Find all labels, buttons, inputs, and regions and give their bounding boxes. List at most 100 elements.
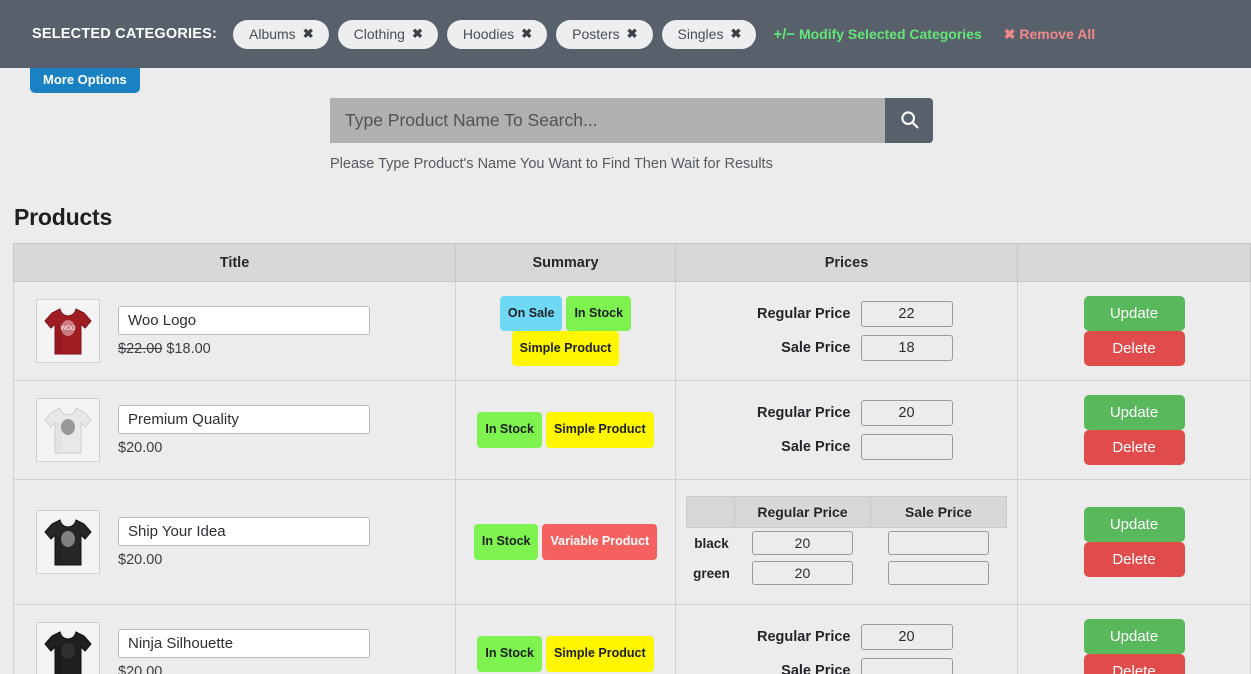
status-badge-in-stock: In Stock [473, 524, 539, 560]
title-fields: $22.00 $18.00 [118, 305, 445, 357]
title-cell-content: WOO $22.00 $18.00 [14, 285, 455, 377]
title-cell-content: $20.00 [14, 608, 455, 674]
table-row: $20.00In StockVariable ProductRegular Pr… [13, 479, 1251, 605]
product-thumbnail [36, 622, 100, 674]
cell-actions: UpdateDelete [1017, 281, 1251, 381]
title-cell-content: $20.00 [14, 384, 455, 476]
tshirt-red-woo-image: WOO [44, 308, 92, 355]
summary-badges: In Stock Simple Product [456, 624, 675, 674]
close-icon[interactable]: ✖ [303, 27, 314, 40]
variation-sale-price-input[interactable] [887, 561, 989, 585]
close-icon[interactable]: ✖ [730, 27, 741, 40]
summary-badges: On Sale In Stock Simple Product [456, 284, 675, 379]
table-row: $20.00In StockSimple ProductRegular Pric… [13, 380, 1251, 480]
regular-price-label: Regular Price [757, 629, 851, 645]
search-icon [899, 109, 920, 133]
product-price-display: $22.00 $18.00 [118, 341, 445, 357]
product-thumbnail [36, 398, 100, 462]
delete-button[interactable]: Delete [1083, 654, 1185, 674]
search-button[interactable] [885, 98, 933, 143]
product-current-price: $20.00 [118, 663, 163, 674]
modify-selected-categories-label: Modify Selected Categories [798, 25, 982, 42]
row-actions: UpdateDelete [1018, 282, 1250, 380]
selected-categories-label: SELECTED CATEGORIES: [32, 26, 217, 42]
variation-regular-price-input[interactable] [751, 531, 853, 555]
variation-regular-price-input[interactable] [751, 561, 853, 585]
product-current-price: $20.00 [118, 551, 163, 568]
variation-sale-price-input[interactable] [887, 531, 989, 555]
close-icon[interactable]: ✖ [521, 27, 532, 40]
selected-categories-bar: SELECTED CATEGORIES: Albums ✖ Clothing ✖ Hoo… [0, 0, 1251, 68]
update-button[interactable]: Update [1083, 507, 1185, 542]
page-title: Products [14, 204, 113, 230]
product-current-price: $18.00 [166, 340, 211, 357]
price-grid: Regular Price Sale Price [686, 301, 1007, 361]
regular-price-input[interactable] [860, 400, 953, 426]
regular-price-row: Regular Price [741, 301, 953, 327]
regular-price-input[interactable] [860, 624, 953, 650]
product-title-input[interactable] [118, 404, 370, 434]
variation-row: green [687, 558, 1007, 588]
delete-button[interactable]: Delete [1083, 331, 1185, 366]
title-fields: $20.00 [118, 404, 445, 456]
update-button[interactable]: Update [1083, 619, 1185, 654]
status-badge-simple-product: Simple Product [545, 636, 654, 672]
product-title-input[interactable] [118, 628, 370, 658]
category-pill-albums[interactable]: Albums ✖ [233, 19, 329, 49]
delete-button[interactable]: Delete [1083, 430, 1185, 465]
product-title-input[interactable] [118, 516, 370, 546]
close-icon[interactable]: ✖ [412, 27, 423, 40]
product-current-price: $20.00 [118, 439, 163, 456]
status-badge-in-stock: In Stock [477, 636, 542, 672]
variations-table: Regular PriceSale Price black green [686, 496, 1008, 588]
cell-title: $20.00 [13, 380, 456, 480]
category-pill-posters[interactable]: Posters ✖ [556, 19, 653, 49]
summary-badges: In Stock Variable Product [456, 512, 675, 571]
cell-title: $20.00 [13, 479, 456, 605]
modify-selected-categories-link[interactable]: +/− Modify Selected Categories [773, 26, 981, 43]
variation-header-sale: Sale Price [869, 496, 1008, 528]
category-pill-singles[interactable]: Singles ✖ [661, 19, 757, 49]
title-fields: $20.00 [118, 628, 445, 674]
product-title-input[interactable] [118, 305, 370, 335]
simple-price-area: Regular Price Sale Price [676, 610, 1017, 674]
category-pill-list: Albums ✖ Clothing ✖ Hoodies ✖ Posters ✖ Singles ✖ [233, 19, 765, 49]
search-input[interactable] [330, 98, 885, 143]
sale-price-row: Sale Price [741, 434, 953, 460]
product-thumbnail [36, 510, 100, 574]
variable-price-area: Regular PriceSale Price black green [676, 480, 1017, 604]
category-pill-clothing[interactable]: Clothing ✖ [337, 19, 438, 49]
search-area: Please Type Product's Name You Want to F… [0, 68, 1251, 172]
delete-button[interactable]: Delete [1083, 542, 1185, 577]
regular-price-input[interactable] [860, 301, 953, 327]
close-icon: ✖ [1003, 25, 1016, 42]
cell-actions: UpdateDelete [1017, 479, 1251, 605]
simple-price-area: Regular Price Sale Price [676, 386, 1017, 474]
column-header-title: Title [13, 243, 456, 282]
close-icon[interactable]: ✖ [627, 27, 638, 40]
status-badge-on-sale: On Sale [499, 295, 563, 331]
category-pill-label: Hoodies [462, 25, 515, 42]
more-options-button[interactable]: More Options [30, 67, 140, 93]
status-badge-variable-product: Variable Product [542, 524, 658, 560]
update-button[interactable]: Update [1083, 296, 1185, 331]
update-button[interactable]: Update [1083, 395, 1185, 430]
category-pill-label: Clothing [353, 25, 405, 42]
sale-price-input[interactable] [860, 335, 953, 361]
summary-badges: In Stock Simple Product [456, 400, 675, 459]
product-old-price: $22.00 [118, 340, 163, 357]
cell-prices: Regular Price Sale Price [675, 604, 1018, 674]
category-pill-hoodies[interactable]: Hoodies ✖ [446, 19, 548, 49]
cell-summary: In Stock Simple Product [455, 604, 676, 674]
remove-all-link[interactable]: ✖ Remove All [1004, 26, 1095, 43]
title-cell-content: $20.00 [14, 496, 455, 588]
column-header-actions [1017, 243, 1251, 282]
regular-price-label: Regular Price [757, 306, 851, 322]
sale-price-input[interactable] [860, 658, 953, 674]
variation-row: black [687, 528, 1007, 559]
sale-price-input[interactable] [860, 434, 953, 460]
cell-prices: Regular Price Sale Price [675, 380, 1018, 480]
sale-price-label: Sale Price [781, 439, 851, 455]
search-hint: Please Type Product's Name You Want to F… [330, 156, 773, 172]
regular-price-label: Regular Price [757, 405, 851, 421]
